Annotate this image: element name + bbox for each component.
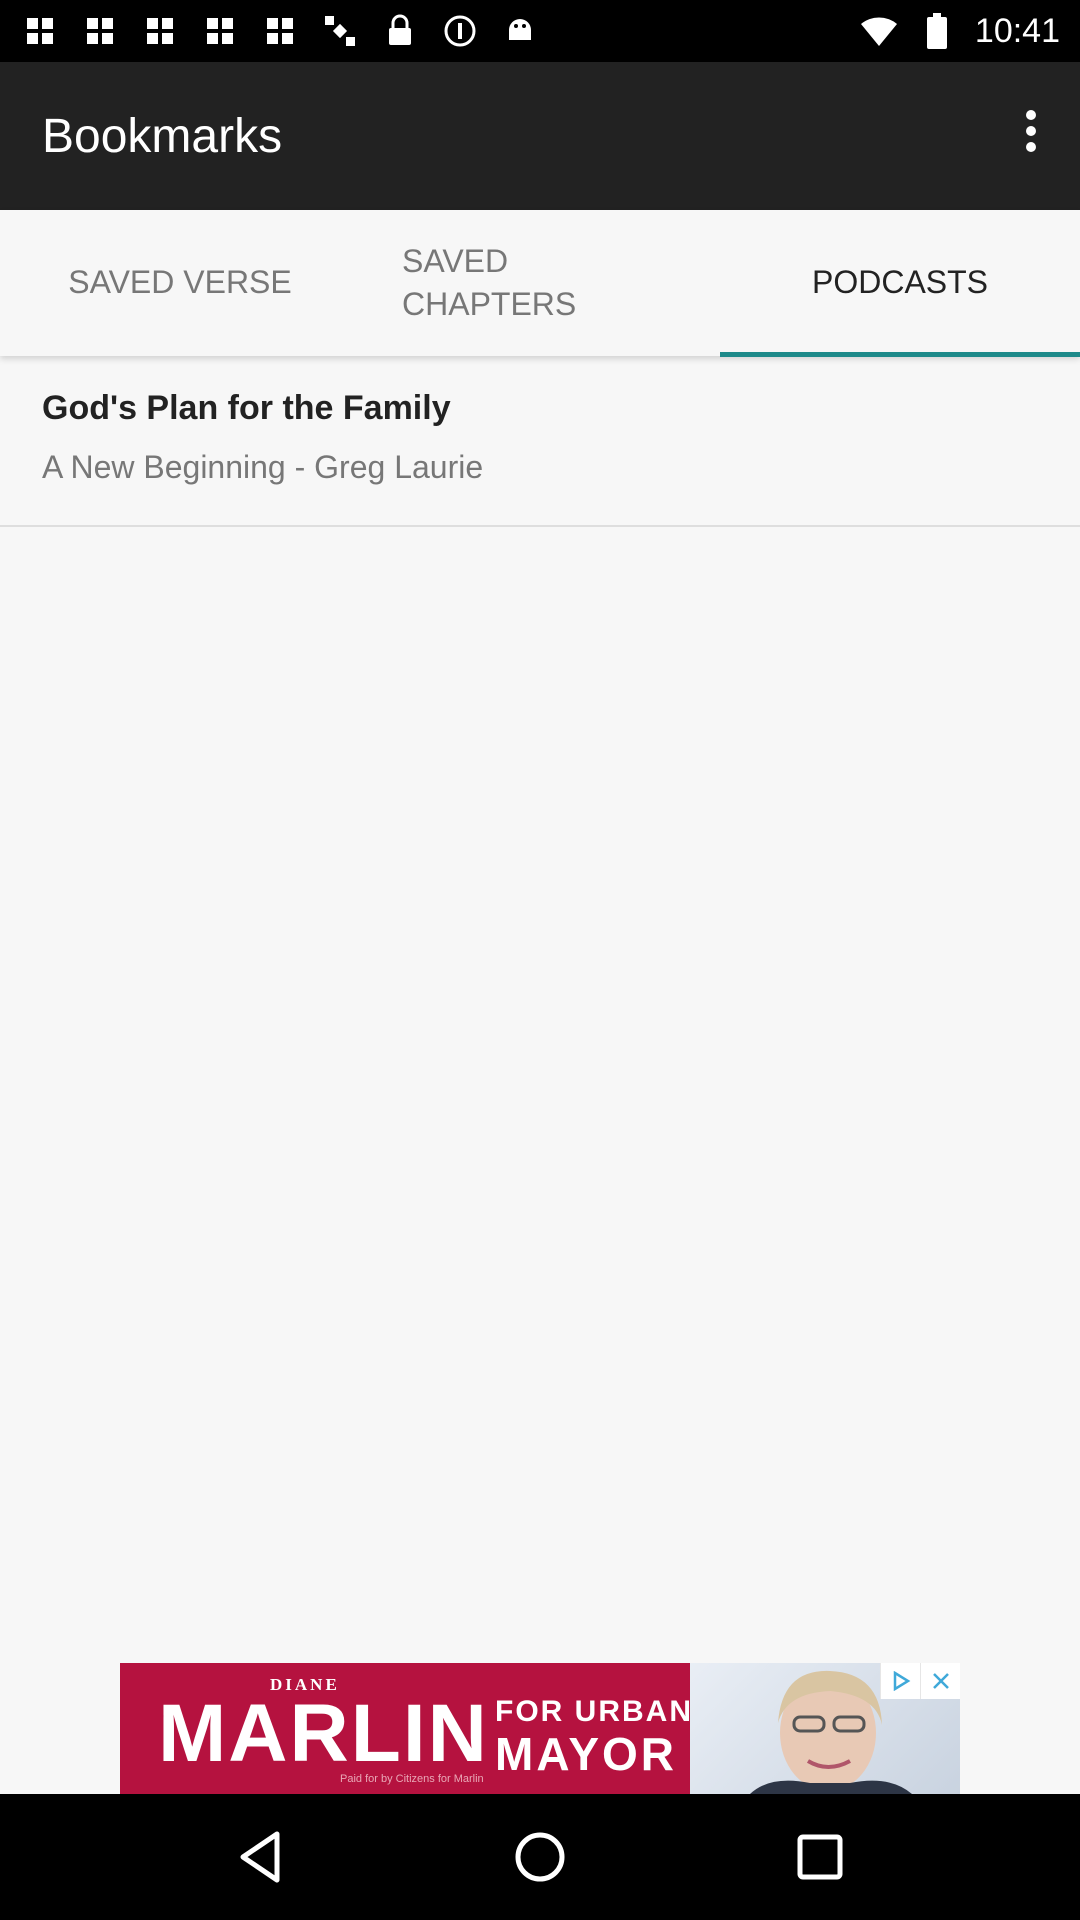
ad-banner[interactable]: DIANE MARLIN FOR URBANA MAYOR Paid for b… [120,1663,960,1794]
grid-icon [200,11,240,51]
android-icon [500,11,540,51]
tab-label: SAVED CHAPTERS [402,242,577,322]
wifi-icon [859,11,899,51]
overflow-menu-button[interactable] [996,96,1066,166]
grid-icon [20,11,60,51]
lock-icon [380,11,420,51]
info-icon [440,11,480,51]
ad-for-line: FOR URBANA [495,1695,717,1728]
home-button[interactable] [500,1817,580,1897]
tab-label: SAVED VERSE [68,264,292,301]
ad-close-icon[interactable] [920,1663,960,1699]
back-icon [240,1831,280,1883]
ad-office: MAYOR [495,1728,677,1780]
podcast-subtitle: A New Beginning - Greg Laurie [42,449,484,485]
page-title: Bookmarks [42,109,283,163]
ad-candidate-name: MARLIN [158,1688,489,1779]
list-item[interactable]: God's Plan for the Family A New Beginnin… [0,357,1080,527]
tab-bar: SAVED VERSE SAVED CHAPTERS PODCASTS [0,210,1080,356]
recents-button[interactable] [780,1817,860,1897]
home-icon [515,1832,565,1882]
app-bar: Bookmarks [0,62,1080,210]
recents-icon [797,1834,843,1880]
battery-icon [917,11,957,51]
more-vert-icon [1026,110,1036,152]
satellite-icon [320,11,360,51]
system-nav-bar [0,1794,1080,1920]
ad-choices-icon[interactable] [880,1663,920,1699]
status-bar: 10:41 [0,0,1080,62]
tab-label: PODCASTS [811,264,989,301]
grid-icon [260,11,300,51]
status-time: 10:41 [974,11,1060,50]
back-button[interactable] [220,1817,300,1897]
tab-saved-chapters[interactable]: SAVED CHAPTERS [360,210,720,356]
grid-icon [80,11,120,51]
podcast-title: God's Plan for the Family [42,389,451,427]
grid-icon [140,11,180,51]
ad-fine-print: Paid for by Citizens for Marlin [340,1773,484,1785]
tab-saved-verse[interactable]: SAVED VERSE [0,210,360,356]
tab-podcasts[interactable]: PODCASTS [720,210,1080,356]
ad-badges [880,1663,960,1699]
